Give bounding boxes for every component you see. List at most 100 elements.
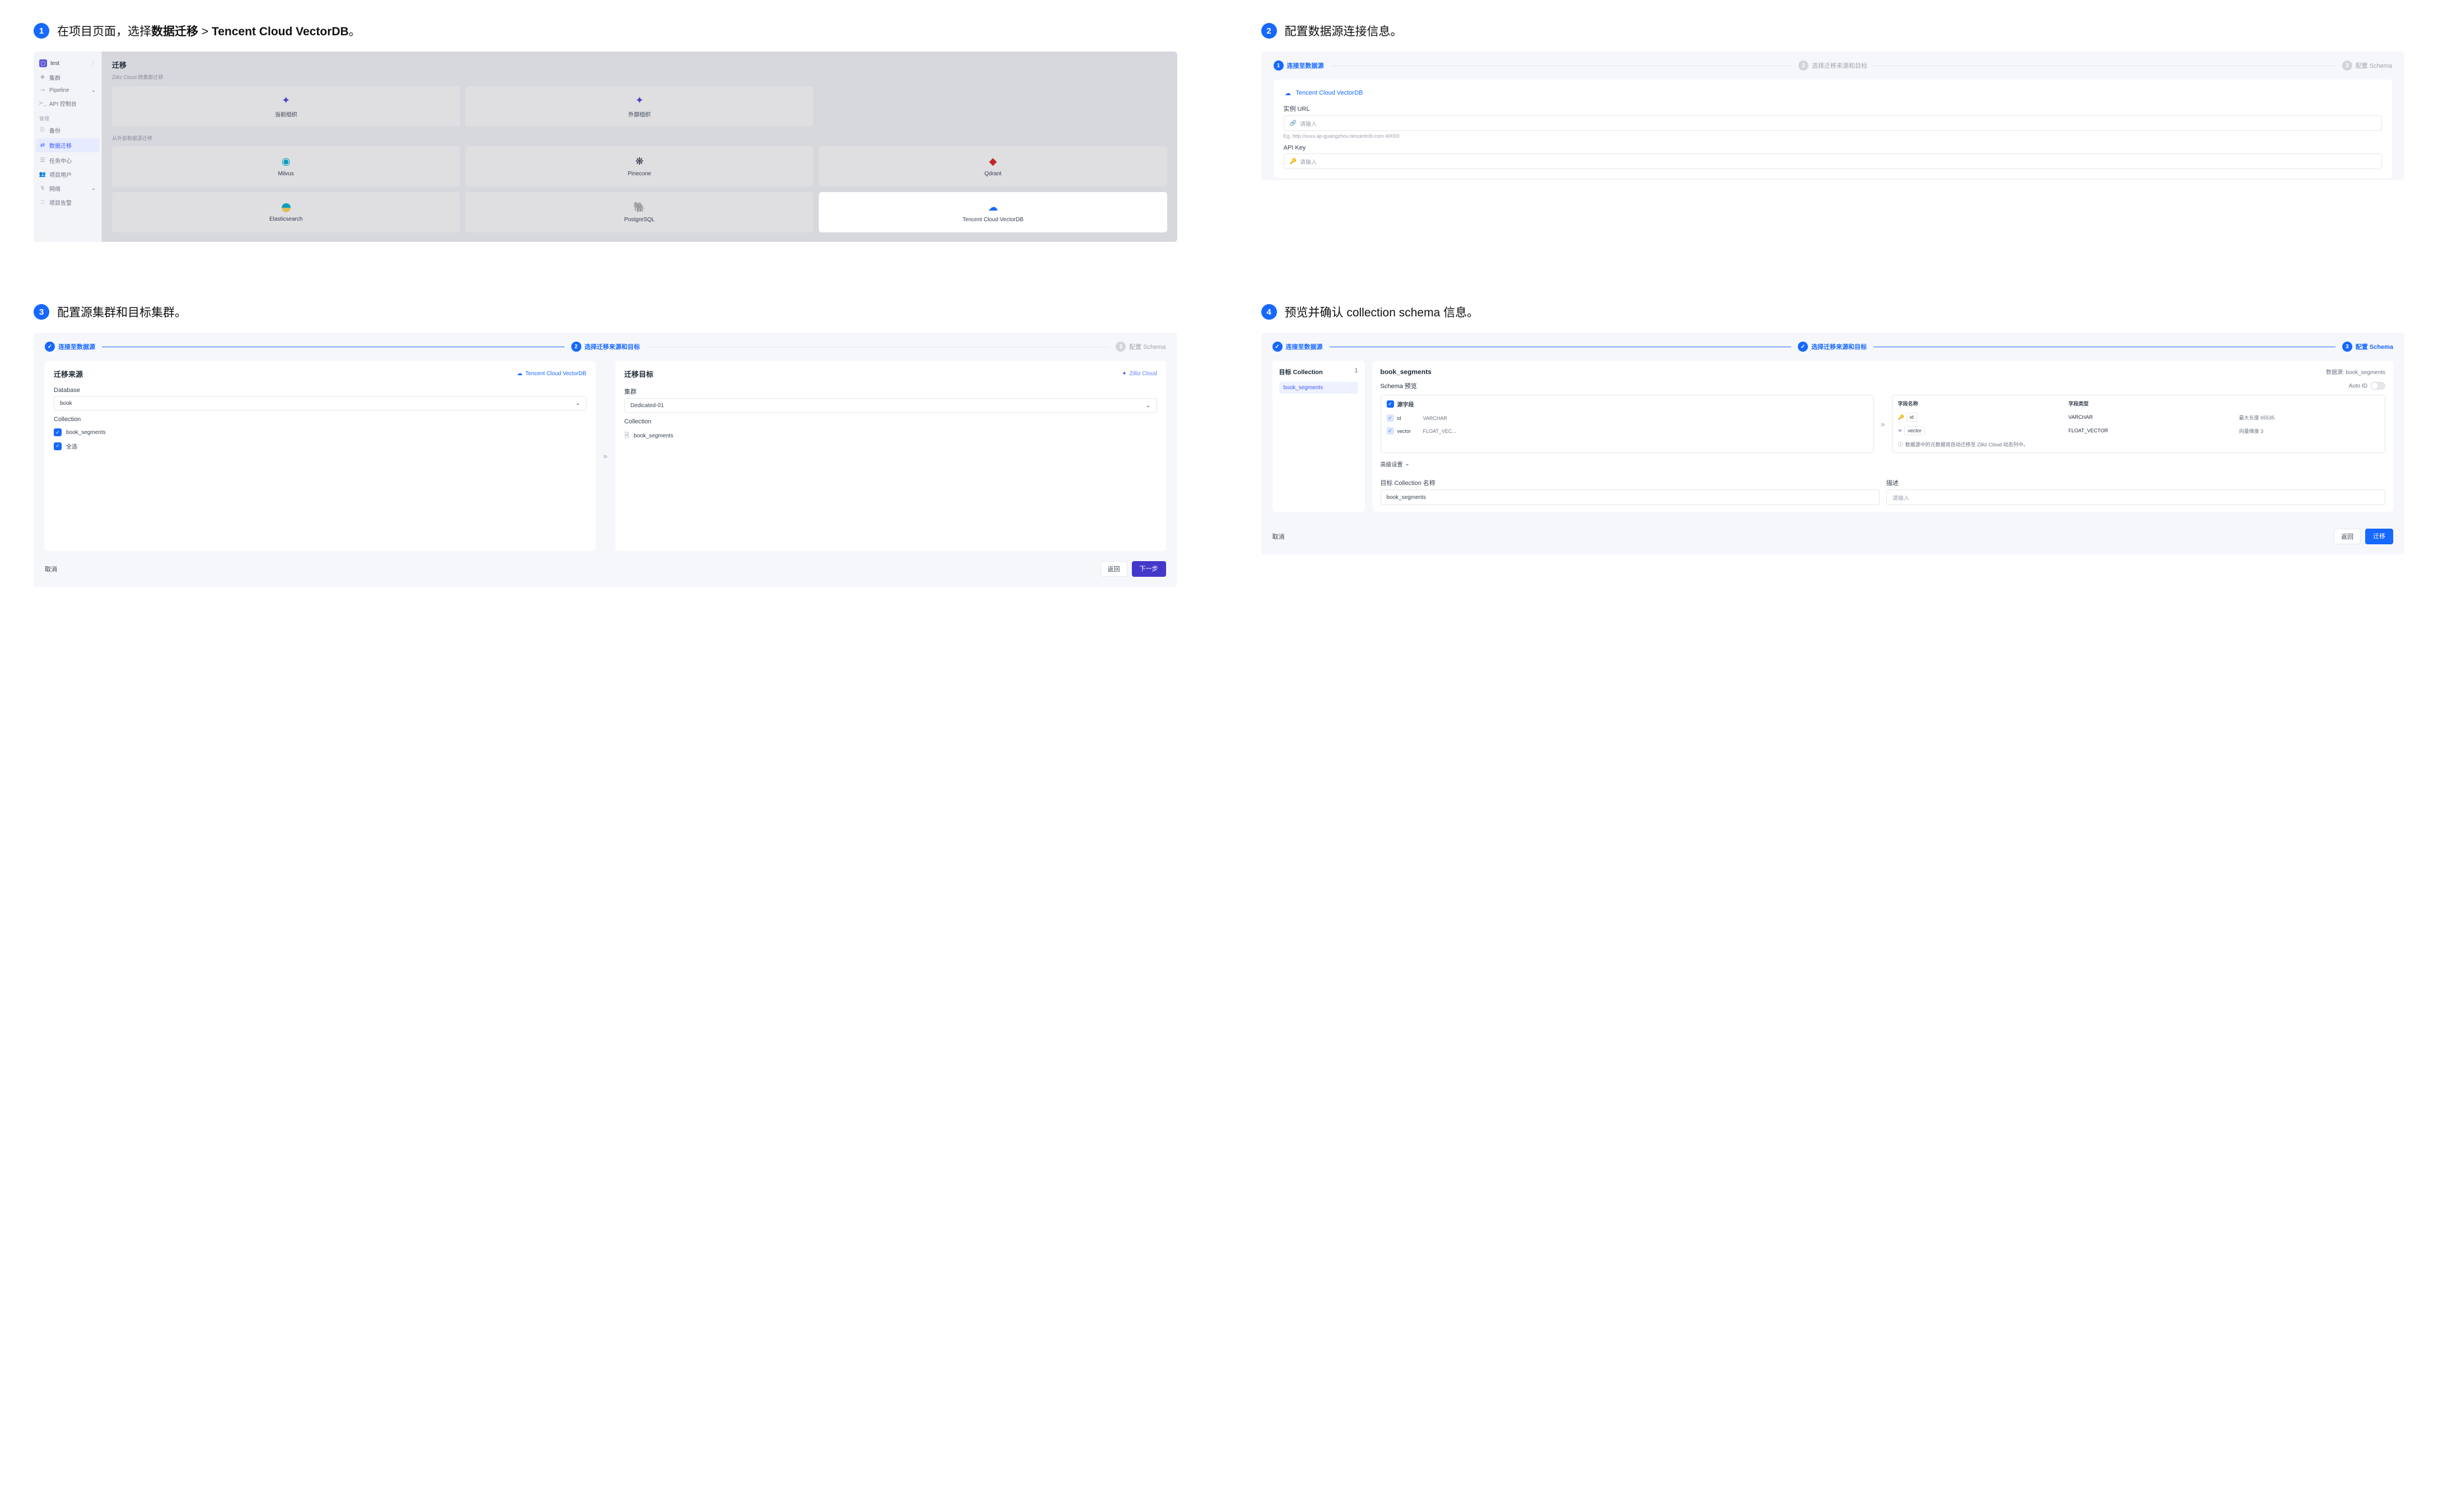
collection-label: Collection (624, 418, 1157, 425)
cancel-button[interactable]: 取消 (45, 564, 57, 573)
sidebar-item-api[interactable]: ≻_API 控制台 (34, 96, 101, 110)
database-select[interactable]: book⌄ (54, 396, 586, 410)
wizard-stepper: 1连接至数据源 2选择迁移来源和目标 3配置 Schema (1274, 60, 2393, 71)
sidebar-item-users[interactable]: 👥项目用户 (34, 167, 101, 181)
target-collections-sidebar: 目标 Collection1 book_segments (1272, 361, 1365, 512)
api-key-input[interactable]: 🔑请输入 (1284, 153, 2383, 169)
migration-target-card: 迁移目标 ✦Zilliz Cloud 集群 Dedicated-01⌄ Coll… (616, 361, 1166, 551)
sidebar-item-cluster[interactable]: ❖集群 (34, 71, 101, 85)
source-field-row[interactable]: ✓vectorFLOAT_VEC... (1387, 424, 1868, 437)
step-title-bold-1: 数据迁移 (151, 25, 198, 38)
collection-list-item[interactable]: book_segments (1279, 382, 1358, 394)
input-placeholder: 请输入 (1300, 157, 1317, 166)
field-name: id (1397, 416, 1420, 421)
target-collection-name-input[interactable]: book_segments (1381, 489, 1880, 505)
sidebar: ▢ test ⋮ ❖集群 ⊸Pipeline⌄ ≻_API 控制台 管理 ⎘备份… (34, 52, 102, 242)
cluster-select[interactable]: Dedicated-01 ⌄ (624, 398, 1157, 413)
next-button[interactable]: 下一步 (1132, 561, 1166, 577)
sidebar-item-network[interactable]: ↯网络⌄ (34, 181, 101, 195)
datasource-form-card: ☁ Tencent Cloud VectorDB 实例 URL 🔗请输入 Eg.… (1274, 80, 2393, 178)
sidebar-item-migration[interactable]: ⇄数据迁移 (36, 138, 99, 152)
tile-elasticsearch[interactable]: Elasticsearch (112, 192, 460, 232)
migrate-button[interactable]: 迁移 (2365, 529, 2393, 544)
chevron-down-icon: ⌄ (1146, 403, 1150, 409)
source-heading: 迁移来源 ☁Tencent Cloud VectorDB (54, 368, 586, 379)
checkbox-all-icon[interactable]: ✓ (1387, 400, 1394, 408)
field-name: vector (1397, 428, 1420, 434)
tile-milvus[interactable]: ◉Milvus (112, 146, 460, 186)
step-title-mid: > (198, 25, 212, 38)
sidebar-item-pipeline[interactable]: ⊸Pipeline ⌄ (34, 85, 101, 96)
transfer-arrow-icon: » (1881, 419, 1885, 428)
sidebar-item-tasks[interactable]: ☰任务中心 (34, 153, 101, 167)
source-field-row[interactable]: ✓idVARCHAR (1387, 412, 1868, 424)
description-label: 描述 (1886, 478, 2385, 487)
back-button[interactable]: 返回 (2334, 529, 2361, 544)
collection-item: 🗎book_segments (624, 431, 1157, 441)
target-fields-column: 字段名称字段类型 🔑id VARCHAR 最大长度 65535 ✳vector … (1892, 395, 2385, 453)
tile-qdrant[interactable]: ◆Qdrant (819, 146, 1167, 186)
cancel-button[interactable]: 取消 (1272, 532, 1285, 541)
tile-tencent-vectordb[interactable]: ☁Tencent Cloud VectorDB (819, 192, 1167, 232)
collection-checkbox-item[interactable]: ✓book_segments (54, 428, 586, 436)
select-value: Dedicated-01 (631, 403, 664, 409)
tile-postgresql[interactable]: 🐘 PostgreSQL (465, 192, 813, 232)
info-note: ⓘ数据源中的元数据将自动迁移至 Zilliz Cloud 动态列中。 (1898, 441, 2379, 448)
instance-url-label: 实例 URL (1284, 104, 2383, 113)
tile-pinecone[interactable]: ❋Pinecone (465, 146, 813, 186)
field-name-input[interactable]: id (1906, 413, 1917, 422)
qdrant-icon: ◆ (989, 156, 997, 167)
sidebar-item-label: 数据迁移 (49, 141, 72, 150)
input-placeholder: 请输入 (1892, 493, 1909, 502)
sidebar-item-alerts[interactable]: ⎕项目告警 (34, 195, 101, 209)
project-selector[interactable]: ▢ test ⋮ (34, 56, 101, 71)
checkbox-icon: ✓ (54, 428, 62, 436)
spark-icon: ✦ (282, 95, 290, 106)
step-header: 1 在项目页面，选择数据迁移 > Tencent Cloud VectorDB。 (34, 22, 1177, 39)
sidebar-item-label: 任务中心 (49, 156, 72, 165)
postgresql-icon: 🐘 (633, 202, 646, 213)
wizard-stepper: ✓连接至数据源 2选择迁移来源和目标 3配置 Schema (45, 342, 1166, 352)
col-header-name: 字段名称 (1898, 400, 2066, 407)
migration-source-card: 迁移来源 ☁Tencent Cloud VectorDB Database bo… (45, 361, 595, 551)
field-type: VARCHAR (1423, 416, 1447, 421)
datasource-label: 数据源: book_segments (2326, 367, 2385, 376)
tile-label: PostgreSQL (624, 217, 655, 223)
tile-external-org[interactable]: ✦外部组织 (465, 86, 813, 127)
target-collections-heading: 目标 Collection1 (1279, 367, 1358, 376)
select-all-checkbox[interactable]: ✓全选 (54, 442, 586, 450)
cluster-label: 集群 (624, 387, 1157, 396)
users-icon: 👥 (39, 171, 46, 178)
tile-label: 外部组织 (628, 110, 651, 118)
advanced-settings-toggle[interactable]: 高级设置⌄ (1381, 460, 2386, 468)
checkbox-icon: ✓ (1387, 427, 1394, 435)
wizard-footer: 取消 返回 迁移 (1272, 529, 2394, 544)
tile-current-org[interactable]: ✦当前组织 (112, 86, 460, 127)
sidebar-item-backup[interactable]: ⎘备份 (34, 123, 101, 137)
step-number-badge: 1 (34, 23, 49, 39)
tile-label: Milvus (278, 171, 293, 177)
database-label: Database (54, 387, 586, 394)
step-2: 2 配置数据源连接信息。 1连接至数据源 2选择迁移来源和目标 3配置 Sche… (1261, 22, 2405, 242)
project-menu-icon[interactable]: ⋮ (90, 60, 96, 67)
instance-url-input[interactable]: 🔗请输入 (1284, 115, 2383, 131)
sidebar-item-label: 网络 (49, 184, 60, 193)
sidebar-item-label: Pipeline (49, 87, 69, 94)
tasks-icon: ☰ (39, 157, 46, 164)
file-icon: 🗎 (624, 431, 630, 441)
field-name-input[interactable]: vector (1904, 426, 1925, 435)
description-input[interactable]: 请输入 (1886, 489, 2385, 505)
col-header-type: 字段类型 (2068, 400, 2236, 407)
wizard-footer: 取消 返回 下一步 (45, 561, 1166, 577)
schema-preview-row: Schema 预览 Auto ID (1381, 381, 2386, 390)
back-button[interactable]: 返回 (1101, 561, 1127, 577)
sidebar-item-label: 备份 (49, 126, 60, 134)
step-title-post: 。 (349, 25, 361, 38)
auto-id-toggle[interactable] (2371, 382, 2385, 390)
cloud-icon: ☁ (988, 202, 998, 213)
step1-panel: ▢ test ⋮ ❖集群 ⊸Pipeline⌄ ≻_API 控制台 管理 ⎘备份… (34, 52, 1177, 242)
step-title: 配置数据源连接信息。 (1285, 22, 1402, 39)
pipeline-icon: ⊸ (39, 87, 46, 94)
chevron-down-icon: ⌄ (91, 87, 96, 94)
target-field-row: 🔑id VARCHAR 最大长度 65535 (1898, 410, 2379, 424)
